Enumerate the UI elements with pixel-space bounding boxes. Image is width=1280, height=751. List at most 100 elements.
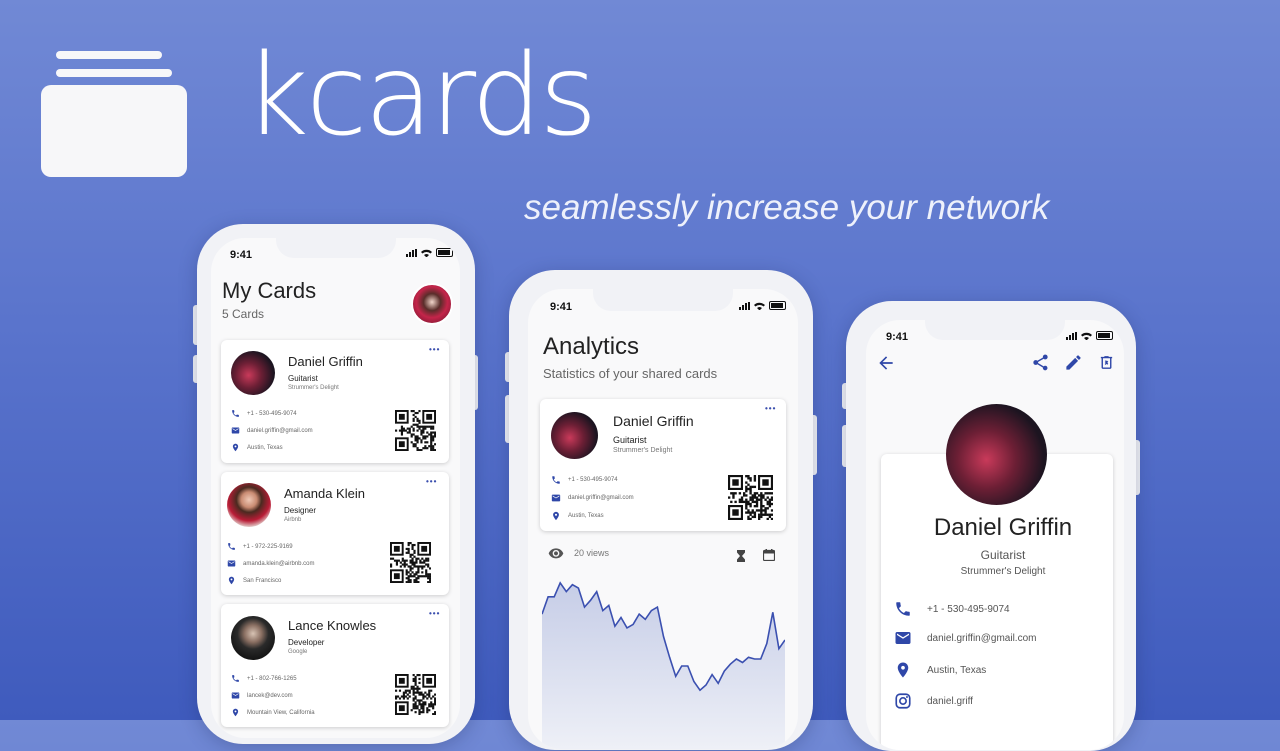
qr-finder (398, 705, 405, 712)
more-options-button[interactable]: ••• (429, 609, 440, 618)
qr-module (420, 691, 423, 694)
analytics-card[interactable]: Daniel Griffin Guitarist Strummer's Deli… (540, 399, 786, 531)
qr-module (753, 475, 757, 478)
qr-module (406, 427, 409, 430)
qr-module (745, 481, 748, 484)
detail-email-row[interactable]: daniel.griffin@gmail.com (894, 629, 1036, 647)
qr-module (753, 511, 757, 514)
qr-module (413, 555, 416, 558)
more-options-button[interactable]: ••• (429, 345, 440, 354)
qr-module (416, 687, 419, 690)
list-item[interactable]: Daniel Griffin Guitarist Strummer's Deli… (221, 340, 449, 463)
qr-module (414, 707, 417, 710)
qr-module (410, 685, 413, 688)
calendar-icon[interactable] (763, 549, 775, 561)
qr-module (749, 487, 752, 491)
hourglass-icon[interactable] (736, 550, 746, 562)
logo-card-icon (41, 85, 187, 177)
qr-code[interactable] (395, 674, 436, 715)
qr-module (416, 419, 419, 422)
qr-module (732, 496, 735, 499)
location-icon (897, 662, 909, 678)
detail-instagram-row[interactable]: daniel.griff (894, 692, 973, 710)
qr-module (423, 565, 426, 568)
qr-module (413, 579, 416, 582)
qr-module (403, 559, 406, 562)
qr-module (402, 691, 405, 694)
qr-module (399, 561, 402, 564)
qr-module (396, 695, 400, 698)
qr-module (749, 485, 752, 489)
qr-code[interactable] (728, 475, 773, 520)
qr-module (755, 505, 759, 508)
qr-module (426, 707, 429, 710)
qr-module (390, 557, 393, 560)
qr-module (747, 477, 750, 480)
card-avatar (551, 412, 598, 459)
qr-module (753, 513, 757, 516)
qr-module (768, 492, 772, 495)
qr-module (740, 500, 744, 504)
qr-module (429, 573, 431, 576)
qr-module (770, 502, 773, 506)
more-options-button[interactable]: ••• (765, 404, 776, 413)
qr-module (753, 494, 757, 497)
qr-module (415, 557, 418, 560)
status-icons (1066, 331, 1113, 340)
detail-phone-row[interactable]: +1 - 530-495-9074 (894, 600, 1010, 618)
qr-module (400, 431, 404, 434)
qr-module (749, 490, 752, 493)
detail-location-row[interactable]: Austin, Texas (894, 661, 986, 679)
qr-module (412, 413, 415, 417)
edit-icon[interactable] (1064, 353, 1083, 372)
qr-module (413, 561, 416, 564)
share-icon[interactable] (1031, 353, 1050, 372)
back-arrow-icon[interactable] (876, 353, 896, 373)
list-item[interactable]: Lance Knowles Developer Google ••• +1 - … (221, 604, 449, 727)
qr-module (418, 425, 421, 428)
qr-module (398, 689, 402, 692)
profile-avatar[interactable] (411, 283, 453, 325)
qr-code[interactable] (395, 410, 436, 451)
qr-code[interactable] (390, 542, 431, 583)
qr-module (414, 437, 417, 440)
qr-module (407, 547, 410, 551)
qr-module (434, 435, 436, 438)
qr-module (404, 689, 407, 692)
qr-module (423, 559, 426, 562)
qr-module (766, 513, 769, 516)
qr-module (420, 439, 423, 442)
qr-module (745, 487, 748, 491)
card-name: Daniel Griffin (613, 413, 694, 429)
qr-module (426, 441, 429, 444)
card-location: San Francisco (243, 577, 282, 584)
email-icon (231, 427, 240, 434)
qr-module (770, 492, 773, 495)
list-item[interactable]: Amanda Klein Designer Airbnb ••• +1 - 97… (221, 472, 449, 595)
qr-module (411, 571, 414, 574)
qr-module (770, 509, 773, 512)
delete-icon[interactable] (1098, 353, 1115, 372)
qr-module (412, 679, 415, 683)
qr-module (405, 563, 408, 566)
qr-module (422, 431, 425, 434)
qr-module (412, 433, 415, 436)
email-icon (551, 494, 561, 502)
page-subtitle: Statistics of your shared cards (543, 366, 718, 381)
qr-module (405, 551, 408, 554)
qr-module (393, 559, 397, 562)
qr-module (426, 697, 429, 700)
qr-module (430, 441, 433, 444)
qr-module (414, 705, 417, 708)
qr-module (753, 492, 757, 495)
more-options-button[interactable]: ••• (426, 477, 437, 486)
qr-module (434, 693, 436, 696)
qr-module (411, 557, 414, 560)
qr-module (762, 509, 765, 512)
card-email-row: daniel.griffin@gmail.com (231, 426, 313, 435)
qr-module (764, 498, 767, 501)
qr-module (416, 699, 419, 702)
qr-module (760, 513, 763, 516)
qr-module (414, 411, 417, 415)
qr-module (420, 699, 423, 702)
